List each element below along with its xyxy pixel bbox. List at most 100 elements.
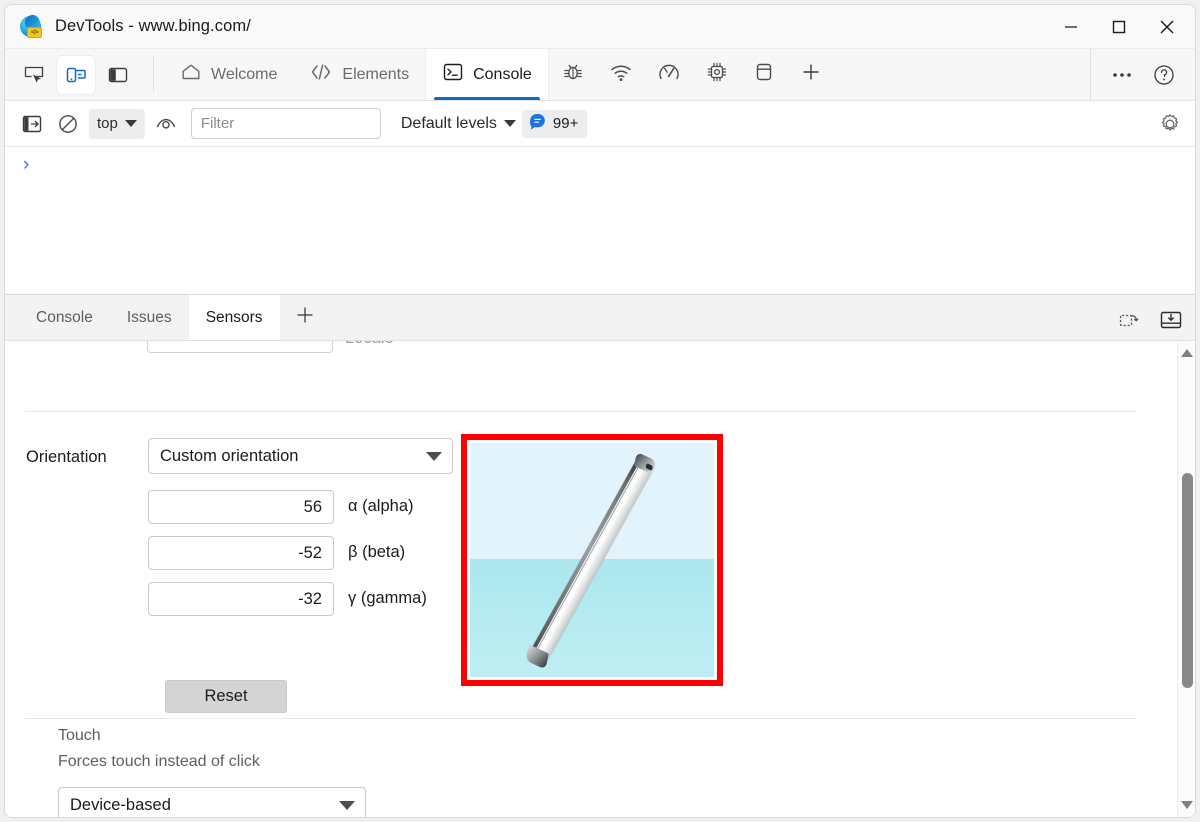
- memory-chip-icon: [705, 60, 729, 89]
- drawer-add-tab-button[interactable]: [280, 295, 330, 340]
- bug-debugger-icon: [561, 60, 585, 89]
- device-emulation-icon[interactable]: [57, 55, 95, 94]
- tab-welcome[interactable]: Welcome: [164, 49, 293, 100]
- add-panel-button[interactable]: [787, 49, 835, 100]
- console-output-area[interactable]: ›: [5, 147, 1195, 295]
- console-sidebar-icon[interactable]: [17, 109, 47, 139]
- plus-icon: [294, 304, 316, 331]
- devtools-main-toolbar: Welcome Elements Console: [5, 49, 1195, 101]
- beta-input[interactable]: -52: [148, 536, 334, 570]
- scrollbar-thumb[interactable]: [1182, 473, 1193, 688]
- tab-elements-label: Elements: [342, 65, 410, 83]
- phone-3d-model[interactable]: [525, 451, 657, 670]
- beta-label: β (beta): [348, 543, 406, 561]
- live-expression-icon[interactable]: [151, 109, 181, 139]
- chevron-down-icon: [339, 800, 355, 810]
- plus-icon: [799, 60, 823, 89]
- touch-section: Touch Forces touch instead of click Devi…: [5, 719, 1177, 817]
- tab-welcome-label: Welcome: [211, 65, 278, 83]
- tab-console-label: Console: [473, 65, 532, 83]
- toolbar-divider: [153, 57, 154, 92]
- minimize-button[interactable]: [1047, 5, 1095, 49]
- sensors-scroll-content: Locale Orientation Custom orientation 56…: [5, 341, 1177, 817]
- drawer: Console Issues Sensors Orientation Custo…: [5, 295, 1195, 817]
- console-toolbar: top Default levels 99+: [5, 101, 1195, 147]
- locale-row: Locale: [5, 341, 1177, 377]
- gamma-label: γ (gamma): [348, 589, 427, 607]
- tab-memory[interactable]: [693, 49, 741, 100]
- drawer-tab-console[interactable]: Console: [19, 295, 110, 340]
- execution-context-selector[interactable]: top: [89, 108, 145, 139]
- touch-mode-value: Device-based: [70, 795, 171, 814]
- drawer-tab-issues[interactable]: Issues: [110, 295, 189, 340]
- alpha-label: α (alpha): [348, 497, 414, 515]
- orientation-preview-highlight: [461, 434, 723, 686]
- title-bar: </> DevTools - www.bing.com/: [5, 5, 1195, 49]
- network-wifi-icon: [609, 61, 633, 88]
- chevron-down-icon: [124, 120, 137, 127]
- reset-orientation-button[interactable]: Reset: [165, 680, 287, 713]
- restore-drawer-icon[interactable]: [1111, 302, 1147, 338]
- sensors-vertical-scrollbar[interactable]: [1177, 341, 1195, 817]
- devtools-window: </> DevTools - www.bing.com/ Welcome Ele…: [4, 4, 1196, 818]
- alpha-field-row: 56 α (alpha): [148, 490, 413, 524]
- drawer-tabs-spacer: [330, 295, 1111, 340]
- orientation-label: Orientation: [26, 448, 107, 466]
- orientation-3d-preview[interactable]: [470, 443, 714, 677]
- phone-edge: [528, 458, 641, 655]
- clear-console-icon[interactable]: [53, 109, 83, 139]
- locale-label: Locale: [345, 341, 394, 348]
- toolbar-right-icon-group: [1090, 49, 1195, 100]
- toolbar-left-icon-group: [5, 49, 147, 100]
- orientation-preset-value: Custom orientation: [160, 446, 299, 465]
- phone-seam: [535, 464, 641, 653]
- tab-elements[interactable]: Elements: [293, 49, 425, 100]
- inspect-element-icon[interactable]: [15, 56, 53, 94]
- touch-mode-select[interactable]: Device-based: [58, 787, 366, 817]
- alpha-input[interactable]: 56: [148, 490, 334, 524]
- drawer-tab-sensors[interactable]: Sensors: [188, 295, 280, 340]
- touch-title: Touch: [58, 727, 101, 744]
- execution-context-value: top: [97, 115, 118, 132]
- tab-application[interactable]: [741, 49, 787, 100]
- close-button[interactable]: [1143, 5, 1191, 49]
- filter-input[interactable]: [190, 108, 381, 139]
- tab-console[interactable]: Console: [425, 49, 549, 100]
- dock-layout-icon[interactable]: [99, 56, 137, 94]
- log-levels-selector[interactable]: Default levels: [401, 115, 516, 133]
- orientation-preset-select[interactable]: Custom orientation: [148, 438, 453, 474]
- console-prompt-icon: [442, 62, 464, 87]
- performance-gauge-icon: [657, 61, 681, 88]
- help-icon[interactable]: [1145, 56, 1183, 94]
- code-brackets-icon: [309, 62, 333, 87]
- more-options-icon[interactable]: [1103, 56, 1141, 94]
- console-prompt-chevron: ›: [23, 154, 30, 175]
- tab-sources-debugger[interactable]: [549, 49, 597, 100]
- dock-to-bottom-icon[interactable]: [1153, 302, 1189, 338]
- chevron-down-icon: [426, 451, 442, 461]
- scroll-down-button[interactable]: [1178, 796, 1195, 814]
- issues-message-icon: [528, 112, 547, 135]
- issues-count-label: 99+: [552, 115, 579, 132]
- home-icon: [180, 61, 202, 88]
- orientation-section: Orientation Custom orientation 56 α (alp…: [5, 412, 1177, 718]
- beta-field-row: -52 β (beta): [148, 536, 405, 570]
- tab-performance[interactable]: [645, 49, 693, 100]
- window-title: DevTools - www.bing.com/: [55, 17, 251, 35]
- sensors-panel: Locale Orientation Custom orientation 56…: [5, 341, 1195, 817]
- touch-description: Forces touch instead of click: [58, 753, 260, 770]
- gamma-field-row: -32 γ (gamma): [148, 582, 427, 616]
- panel-tab-strip: Welcome Elements Console: [158, 49, 1090, 100]
- gamma-input[interactable]: -32: [148, 582, 334, 616]
- maximize-button[interactable]: [1095, 5, 1143, 49]
- tab-network[interactable]: [597, 49, 645, 100]
- phone-camera: [645, 462, 653, 471]
- log-levels-value: Default levels: [400, 114, 497, 132]
- issues-count-badge[interactable]: 99+: [521, 109, 588, 138]
- edge-devtools-icon: </>: [19, 12, 43, 39]
- locale-input[interactable]: [147, 341, 333, 353]
- scroll-up-button[interactable]: [1178, 344, 1195, 362]
- settings-gear-icon[interactable]: [1155, 109, 1185, 139]
- drawer-tab-strip: Console Issues Sensors: [5, 295, 1195, 341]
- chevron-down-icon: [503, 120, 516, 127]
